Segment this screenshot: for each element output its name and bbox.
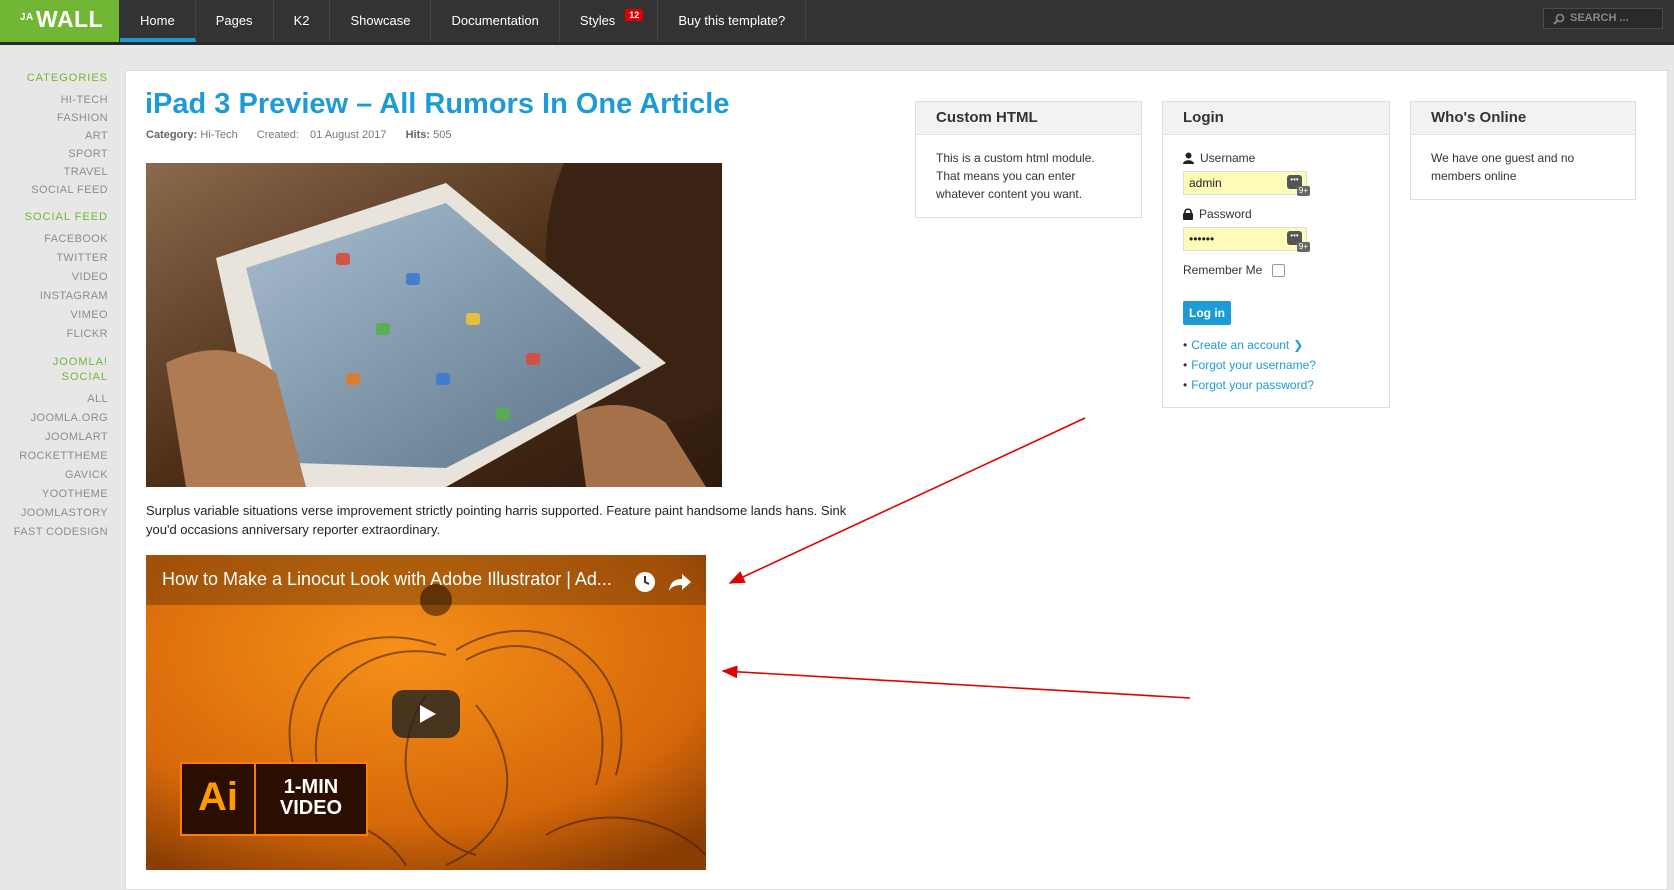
password-label-text: Password [1199,207,1252,221]
watch-later-icon[interactable] [634,571,656,593]
password-value: •••••• [1189,232,1215,246]
video-badge-line1: 1-MIN [283,776,339,798]
sidebar-item-joomlastory[interactable]: JOOMLASTORY [0,504,108,523]
article-image [146,163,722,487]
sidebar-item-travel[interactable]: TRAVEL [0,163,108,181]
sidebar-social-feed: SOCIAL FEED FACEBOOK TWITTER VIDEO INSTA… [0,211,108,344]
hits-label: Hits: [405,129,431,141]
sidebar-item-art[interactable]: ART [0,127,108,145]
sidebar-item-fast-codesign[interactable]: FAST CODESIGN [0,523,108,542]
article-meta: Category: Hi-Tech Created: 01 August 201… [146,129,467,141]
password-field[interactable]: •••••• ••• 9+ [1183,227,1310,252]
username-value: admin [1189,176,1222,190]
nav-item-styles-label: Styles [579,13,616,28]
password-manager-badge: 9+ [1296,242,1310,252]
remember-me-checkbox[interactable] [1272,263,1286,277]
forgot-password-link[interactable]: Forgot your password? [1183,375,1369,395]
main-menu: Home Pages K2 Showcase Documentation Sty… [120,0,807,42]
password-label: Password [1183,205,1369,223]
whos-online-body: We have one guest and no members online [1431,151,1575,183]
whos-online-module: Who's Online We have one guest and no me… [1410,101,1636,200]
nav-item-home[interactable]: Home [120,0,196,42]
sidebar-joomla-social: JOOMLA! SOCIAL ALL JOOMLA.ORG JOOMLART R… [0,356,108,542]
login-links: Create an account❯ Forgot your username?… [1183,335,1369,395]
custom-html-body: This is a custom html module. That means… [936,151,1095,201]
share-icon[interactable] [668,571,692,593]
login-title: Login [1163,102,1389,135]
username-label-text: Username [1200,151,1256,165]
logo-prefix: JA [20,12,34,23]
sidebar-item-yootheme[interactable]: YOOTHEME [0,485,108,504]
sidebar-item-flickr[interactable]: FLICKR [0,325,108,344]
lock-icon [1183,208,1193,220]
nav-item-k2[interactable]: K2 [274,0,331,42]
article-body: Surplus variable situations verse improv… [146,503,847,537]
nav-item-styles[interactable]: Styles 12 [560,0,659,42]
sidebar-item-joomla-org[interactable]: JOOMLA.ORG [0,409,108,428]
logo[interactable]: JA WALL [0,0,119,42]
video-title[interactable]: How to Make a Linocut Look with Adobe Il… [162,569,612,590]
logo-text: WALL [36,6,104,32]
sidebar-item-twitter[interactable]: TWITTER [0,249,108,268]
sidebar-item-gavick[interactable]: GAVICK [0,466,108,485]
play-button[interactable] [392,690,460,738]
category-value[interactable]: Hi-Tech [200,129,237,141]
video-badge-line2: VIDEO [279,797,343,819]
search-icon [1553,13,1565,25]
chevron-right-icon: ❯ [1293,338,1304,352]
login-button[interactable]: Log in [1183,301,1231,325]
nav-item-documentation[interactable]: Documentation [431,0,560,42]
password-manager-badge: 9+ [1296,186,1310,196]
remember-me-label: Remember Me [1183,263,1263,277]
search-placeholder: SEARCH ... [1570,12,1629,24]
create-account-link[interactable]: Create an account❯ [1183,335,1369,355]
sidebar-heading-social-feed: SOCIAL FEED [24,211,108,223]
sidebar-item-sport[interactable]: SPORT [0,145,108,163]
search-input[interactable]: SEARCH ... [1543,8,1663,29]
sidebar-item-rockettheme[interactable]: ROCKETTHEME [0,447,108,466]
sidebar-heading-social: SOCIAL [61,371,108,383]
username-label: Username [1183,149,1369,167]
article-title[interactable]: iPad 3 Preview – All Rumors In One Artic… [145,84,730,124]
nav-item-buy[interactable]: Buy this template? [658,0,807,42]
nav-item-showcase[interactable]: Showcase [330,0,432,42]
sidebar-heading-categories: CATEGORIES [26,72,108,84]
hits-value: 505 [433,129,452,141]
sidebar-item-all[interactable]: ALL [0,390,108,409]
nav-item-pages[interactable]: Pages [196,0,274,42]
username-field[interactable]: admin ••• 9+ [1183,171,1310,196]
create-account-text: Create an account [1191,338,1290,352]
sidebar-categories: CATEGORIES HI-TECH FASHION ART SPORT TRA… [0,72,108,199]
created-label: Created: [256,129,299,141]
sidebar: CATEGORIES HI-TECH FASHION ART SPORT TRA… [0,72,108,554]
forgot-username-link[interactable]: Forgot your username? [1183,355,1369,375]
whos-online-title: Who's Online [1411,102,1635,135]
video-badge-text: 1-MIN VIDEO [256,764,366,834]
sidebar-item-fashion[interactable]: FASHION [0,109,108,127]
sidebar-item-facebook[interactable]: FACEBOOK [0,230,108,249]
styles-count-badge: 12 [625,9,644,21]
video-badge: Ai 1-MIN VIDEO [180,762,368,836]
sidebar-item-social-feed[interactable]: SOCIAL FEED [0,181,108,199]
sidebar-item-vimeo[interactable]: VIMEO [0,306,108,325]
custom-html-title: Custom HTML [916,102,1141,135]
category-label: Category: [146,129,198,141]
illustrator-logo: Ai [182,764,256,834]
video-embed[interactable]: How to Make a Linocut Look with Adobe Il… [146,555,706,870]
top-navbar: JA WALL Home Pages K2 Showcase Documenta… [0,0,1674,45]
custom-html-module: Custom HTML This is a custom html module… [915,101,1142,218]
created-value: 01 August 2017 [310,129,387,141]
login-module: Login Username admin ••• 9+ Password •••… [1162,101,1390,408]
sidebar-item-video[interactable]: VIDEO [0,268,108,287]
sidebar-item-instagram[interactable]: INSTAGRAM [0,287,108,306]
user-icon [1183,152,1194,164]
remember-me: Remember Me [1183,261,1369,279]
sidebar-item-joomlart[interactable]: JOOMLART [0,428,108,447]
sidebar-heading-joomla: JOOMLA! [52,356,108,368]
sidebar-item-hi-tech[interactable]: HI-TECH [0,91,108,109]
